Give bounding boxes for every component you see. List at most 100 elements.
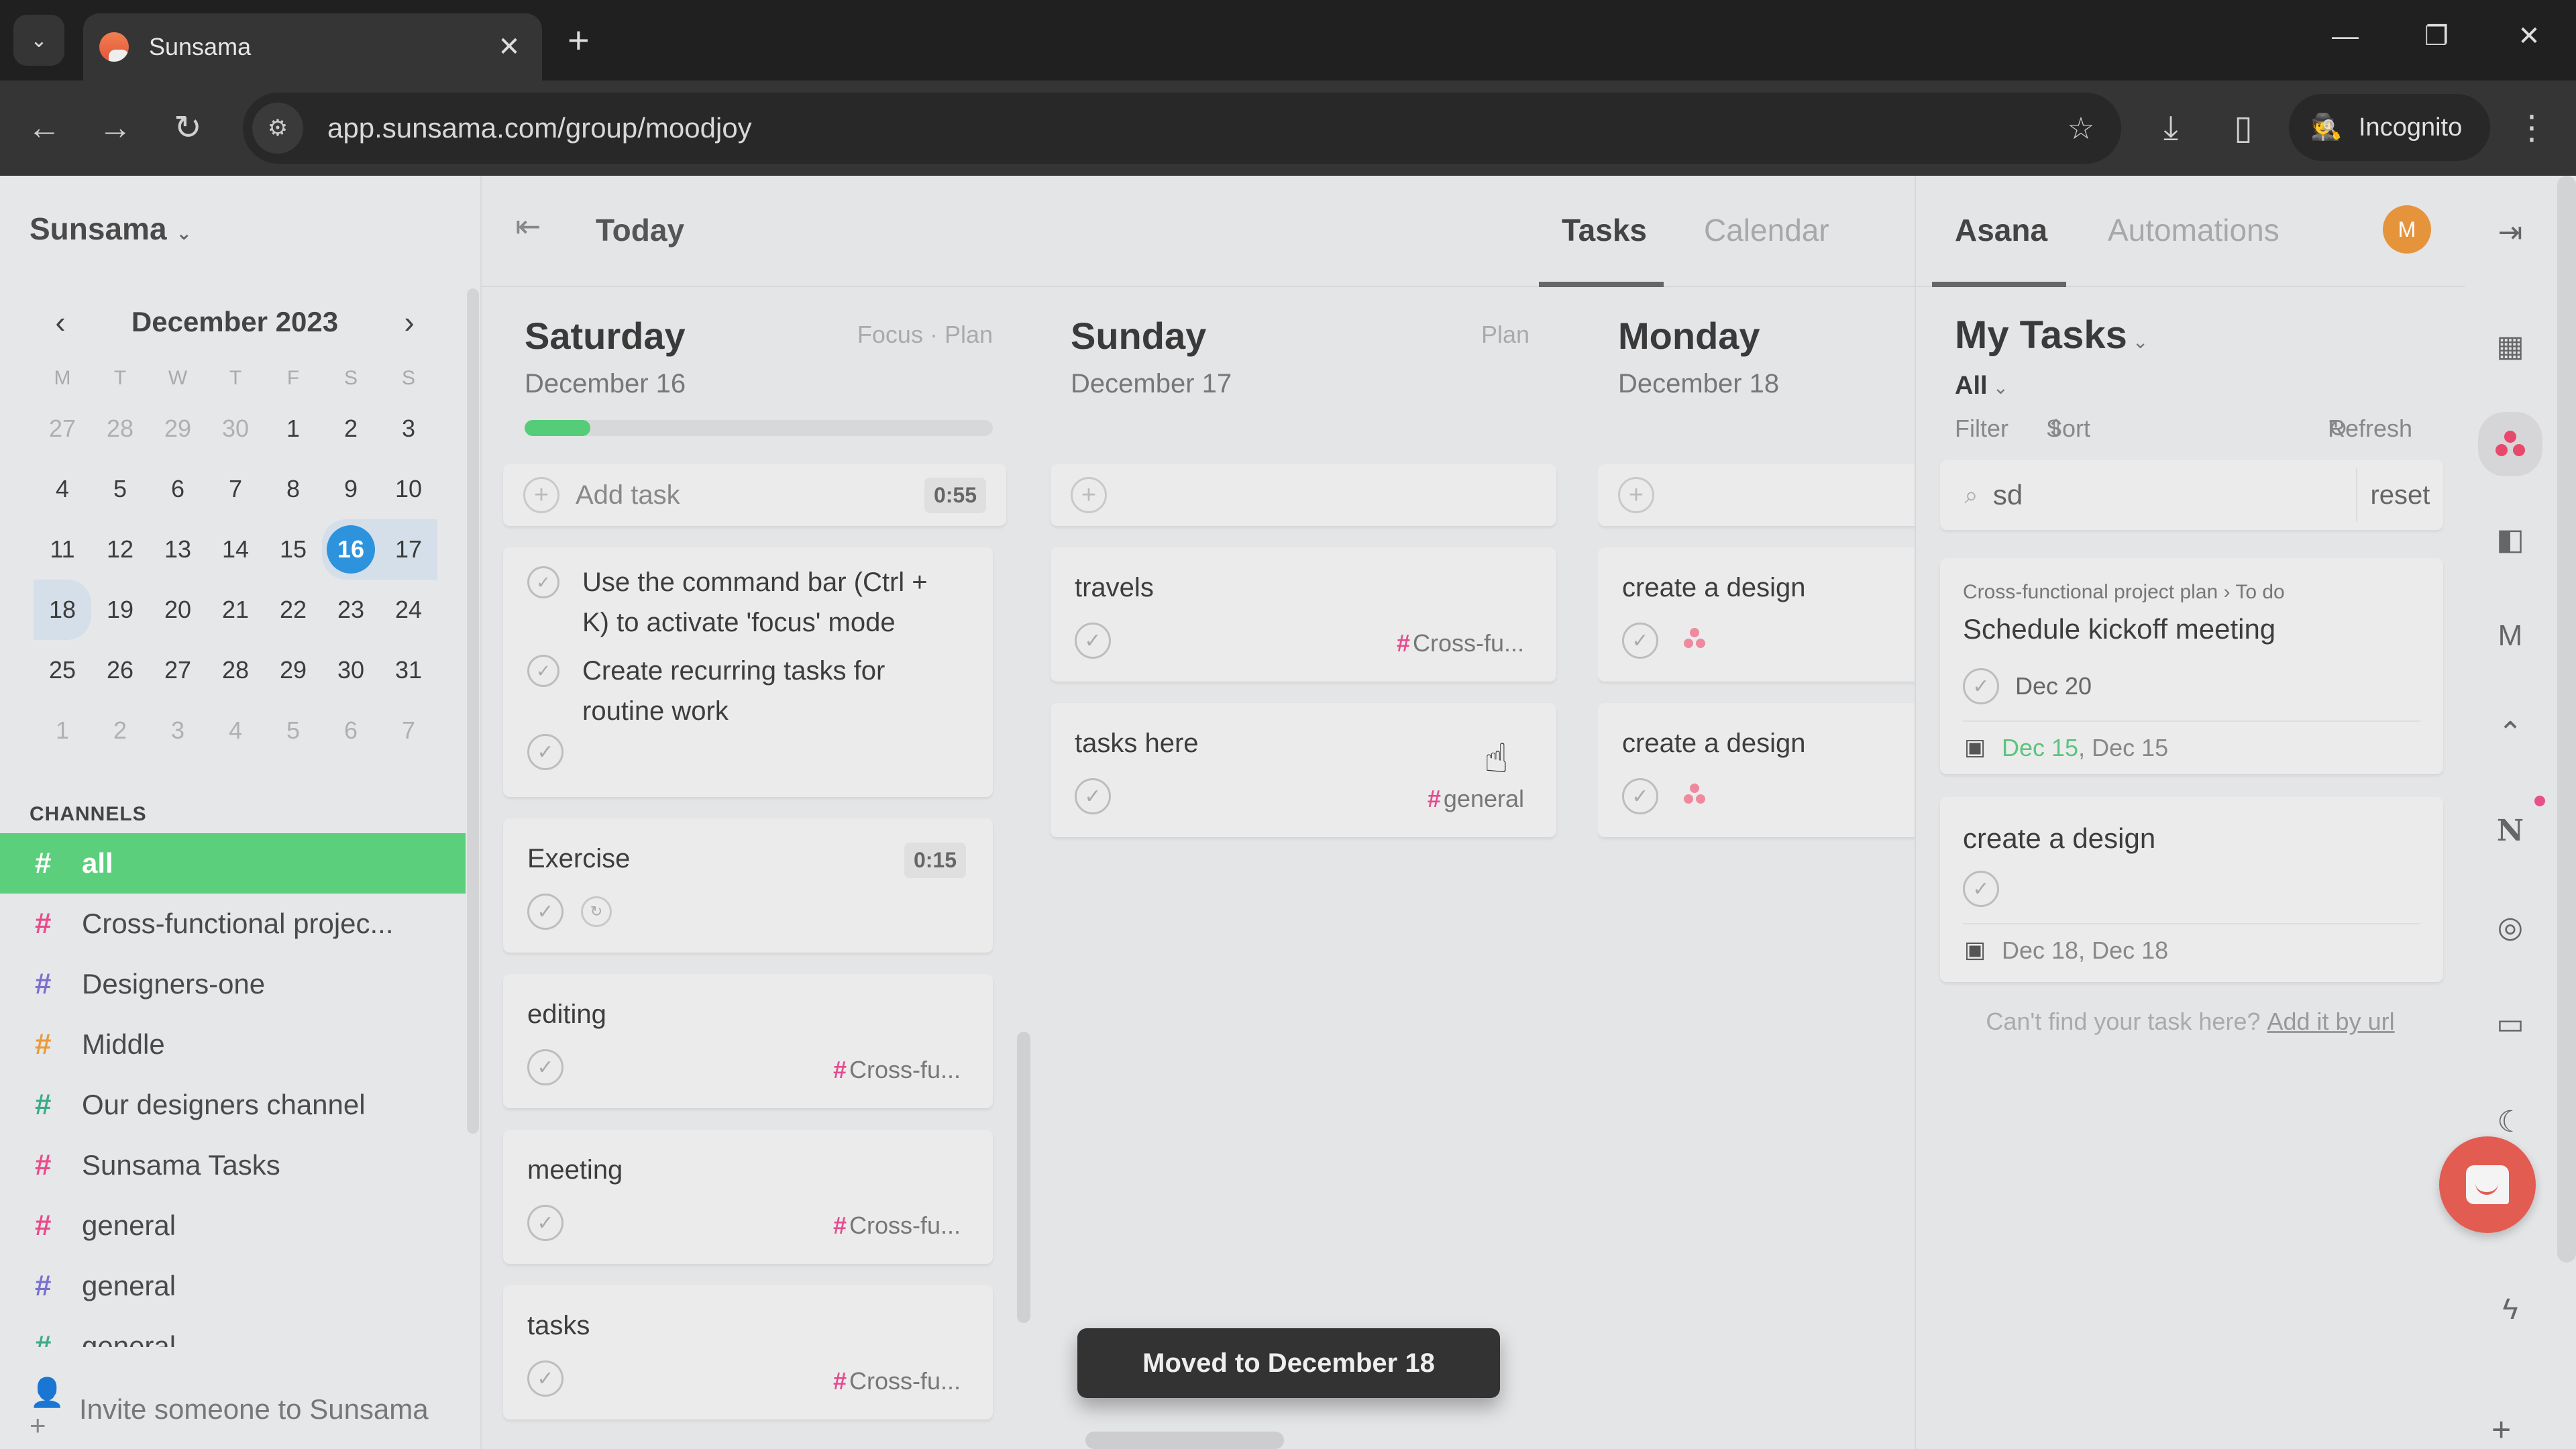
calendar-day[interactable]: 30: [207, 398, 264, 459]
collapse-sidebar-icon[interactable]: ⇤: [515, 208, 541, 244]
asana-task-card[interactable]: Cross-functional project plan › To do Sc…: [1940, 558, 2443, 774]
calendar-day[interactable]: 17: [380, 519, 437, 580]
add-task-button[interactable]: + Add task 0:55: [503, 464, 1006, 526]
notion-icon[interactable]: N: [2483, 804, 2537, 857]
workspace-switcher[interactable]: Sunsama ⌄: [30, 211, 192, 247]
task-card[interactable]: create a design ✓: [1598, 547, 1915, 682]
calendar-day[interactable]: 19: [91, 580, 149, 640]
check-icon[interactable]: ✓: [527, 655, 559, 687]
calendar-day[interactable]: 24: [380, 580, 437, 640]
assignee-filter-select[interactable]: All ⌄: [1955, 372, 2008, 400]
reload-button[interactable]: ↻: [161, 101, 215, 154]
task-card[interactable]: tasks ✓ # Cross-fu...: [503, 1285, 993, 1419]
asana-icon[interactable]: [2478, 412, 2542, 476]
gmail-icon[interactable]: M: [2483, 609, 2537, 663]
forward-button[interactable]: →: [89, 101, 142, 154]
calendar-day[interactable]: 12: [91, 519, 149, 580]
task-card[interactable]: Exercise 0:15 ✓ ↻: [503, 818, 993, 953]
filter-button[interactable]: Filter: [1955, 415, 2008, 443]
tab-list-button[interactable]: ⌄: [13, 15, 64, 66]
add-task-button[interactable]: +: [1598, 464, 1915, 526]
sidebar-item-channel[interactable]: # general: [0, 1316, 466, 1347]
invite-button[interactable]: 👤+ Invite someone to Sunsama: [30, 1377, 429, 1442]
complete-task-check-icon[interactable]: ✓: [1622, 778, 1658, 814]
close-window-button[interactable]: ✕: [2502, 16, 2556, 56]
bookmark-star-icon[interactable]: ☆: [2054, 110, 2108, 146]
minimize-button[interactable]: —: [2318, 16, 2372, 56]
side-panel-button[interactable]: ▯: [2216, 101, 2270, 154]
calendar-day[interactable]: 29: [149, 398, 207, 459]
archive-icon[interactable]: ▭: [2483, 997, 2537, 1051]
complete-task-check-icon[interactable]: ✓: [527, 734, 564, 770]
calendar-day[interactable]: 11: [34, 519, 91, 580]
calendar-day[interactable]: 3: [149, 700, 207, 761]
task-card[interactable]: editing ✓ # Cross-fu...: [503, 974, 993, 1108]
address-bar[interactable]: ⚙ app.sunsama.com/group/moodjoy ☆: [243, 93, 2121, 164]
check-icon[interactable]: ✓: [527, 566, 559, 598]
sidebar-item-channel[interactable]: # Middle: [0, 1014, 466, 1075]
calendar-day[interactable]: 25: [34, 640, 91, 700]
calendar-day[interactable]: 1: [34, 700, 91, 761]
add-integration-icon[interactable]: +: [2491, 1410, 2511, 1449]
tab-automations[interactable]: Automations: [2108, 212, 2279, 248]
new-tab-button[interactable]: +: [568, 20, 590, 60]
sidebar-item-channel[interactable]: # Cross-functional projec...: [0, 894, 466, 954]
add-task-button[interactable]: +: [1051, 464, 1556, 526]
calendar-day[interactable]: 6: [149, 459, 207, 519]
calendar-day[interactable]: 13: [149, 519, 207, 580]
column-scrollbar[interactable]: [1017, 1032, 1030, 1323]
task-card[interactable]: meeting ✓ # Cross-fu...: [503, 1130, 993, 1264]
url-text[interactable]: app.sunsama.com/group/moodjoy: [327, 112, 2054, 144]
complete-task-check-icon[interactable]: ✓: [1963, 871, 1999, 907]
calendar-day[interactable]: 2: [91, 700, 149, 761]
sidebar-item-channel[interactable]: # general: [0, 1195, 466, 1256]
calendar-day[interactable]: 8: [264, 459, 322, 519]
download-button[interactable]: ⤓: [2144, 101, 2198, 154]
panel-scrollbar[interactable]: [2557, 176, 2576, 1263]
calendar-day[interactable]: 14: [207, 519, 264, 580]
prev-month-button[interactable]: ‹: [40, 304, 80, 340]
trello-icon[interactable]: ◧: [2483, 513, 2537, 566]
tab-tasks[interactable]: Tasks: [1562, 212, 1647, 248]
incognito-badge[interactable]: 🕵 Incognito: [2289, 94, 2490, 161]
calendar-day[interactable]: 6: [322, 700, 380, 761]
calendar-day[interactable]: 28: [207, 640, 264, 700]
sidebar-item-channel[interactable]: # Our designers channel: [0, 1075, 466, 1135]
browser-menu-button[interactable]: ⋮: [2505, 101, 2559, 154]
support-chat-button[interactable]: [2439, 1136, 2536, 1233]
calendar-day[interactable]: 22: [264, 580, 322, 640]
task-card[interactable]: tasks here ✓ # general: [1051, 703, 1556, 837]
calendar-day[interactable]: 4: [34, 459, 91, 519]
browser-tab-sunsama[interactable]: Sunsama ✕: [83, 13, 542, 80]
calendar-day[interactable]: 18: [34, 580, 91, 640]
back-button[interactable]: ←: [17, 101, 71, 154]
focus-plan-links[interactable]: Focus · Plan: [857, 321, 993, 349]
sidebar-item-channel[interactable]: # all: [0, 833, 466, 894]
sidebar-item-channel[interactable]: # Designers-one: [0, 954, 466, 1014]
task-channel-tag[interactable]: # general: [1428, 785, 1524, 813]
task-list-selector[interactable]: My Tasks ⌄: [1955, 313, 2148, 358]
google-calendar-icon[interactable]: ▦: [2483, 319, 2537, 373]
complete-task-check-icon[interactable]: ✓: [527, 1205, 564, 1241]
calendar-day[interactable]: 5: [91, 459, 149, 519]
complete-task-check-icon[interactable]: ✓: [527, 1360, 564, 1397]
search-input[interactable]: [1992, 468, 2356, 522]
complete-task-check-icon[interactable]: ✓: [1622, 623, 1658, 659]
complete-task-check-icon[interactable]: ✓: [527, 1049, 564, 1085]
calendar-day[interactable]: 4: [207, 700, 264, 761]
onboarding-checklist-card[interactable]: ✓ Use the command bar (Ctrl + K) to acti…: [503, 547, 993, 797]
complete-task-check-icon[interactable]: ✓: [527, 894, 564, 930]
calendar-day[interactable]: 31: [380, 640, 437, 700]
checklist-item[interactable]: ✓ Create recurring tasks for routine wor…: [527, 655, 957, 731]
task-channel-tag[interactable]: # Cross-fu...: [1397, 629, 1524, 657]
target-icon[interactable]: ◎: [2483, 900, 2537, 954]
task-channel-tag[interactable]: # Cross-fu...: [833, 1367, 961, 1395]
next-month-button[interactable]: ›: [389, 304, 429, 340]
sidebar-item-channel[interactable]: # general: [0, 1256, 466, 1316]
tab-asana[interactable]: Asana: [1955, 212, 2047, 248]
complete-task-check-icon[interactable]: ✓: [1075, 623, 1111, 659]
complete-task-check-icon[interactable]: ✓: [1075, 778, 1111, 814]
horizontal-scrollbar[interactable]: [1085, 1432, 1284, 1449]
calendar-day[interactable]: 30: [322, 640, 380, 700]
calendar-day[interactable]: 10: [380, 459, 437, 519]
